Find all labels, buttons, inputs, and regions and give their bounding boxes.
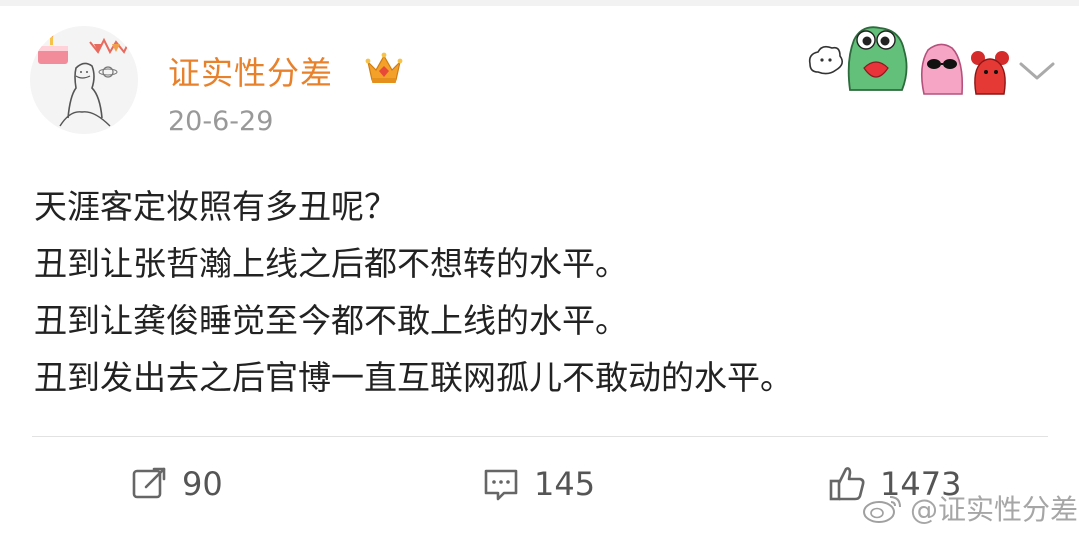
post-text-line: 丑到发出去之后官博一直互联网孤儿不敢动的水平。 xyxy=(34,358,793,397)
repost-count: 90 xyxy=(182,465,223,503)
repost-icon xyxy=(132,467,166,499)
watermark-text: @证实性分差 xyxy=(910,493,1079,526)
post-text-line: 丑到让龚俊睡觉至今都不敢上线的水平。 xyxy=(34,301,628,340)
comment-icon xyxy=(484,469,518,501)
post-text-line: 天涯客定妆照有多丑呢？ xyxy=(34,187,397,226)
avatar-icon xyxy=(30,26,138,134)
comment-button[interactable]: 145 xyxy=(482,462,595,506)
weibo-logo-icon xyxy=(863,496,901,523)
thumbs-up-icon xyxy=(829,467,865,501)
divider xyxy=(32,436,1048,437)
cartoon-sticker-icon[interactable] xyxy=(806,20,1012,98)
avatar[interactable] xyxy=(30,26,138,134)
crown-icon[interactable] xyxy=(364,50,404,86)
repost-button[interactable]: 90 xyxy=(130,462,223,506)
post-content: 天涯客定妆照有多丑呢？ 丑到让张哲瀚上线之后都不想转的水平。 丑到让龚俊睡觉至今… xyxy=(34,178,1044,406)
username[interactable]: 证实性分差 xyxy=(168,48,333,94)
post-timestamp: 20-6-29 xyxy=(168,106,274,137)
watermark: @证实性分差 xyxy=(862,488,1078,528)
post-text-line: 丑到让张哲瀚上线之后都不想转的水平。 xyxy=(34,244,628,283)
chevron-down-icon[interactable] xyxy=(1018,60,1056,82)
comment-count: 145 xyxy=(534,465,596,503)
top-separator xyxy=(0,0,1079,6)
